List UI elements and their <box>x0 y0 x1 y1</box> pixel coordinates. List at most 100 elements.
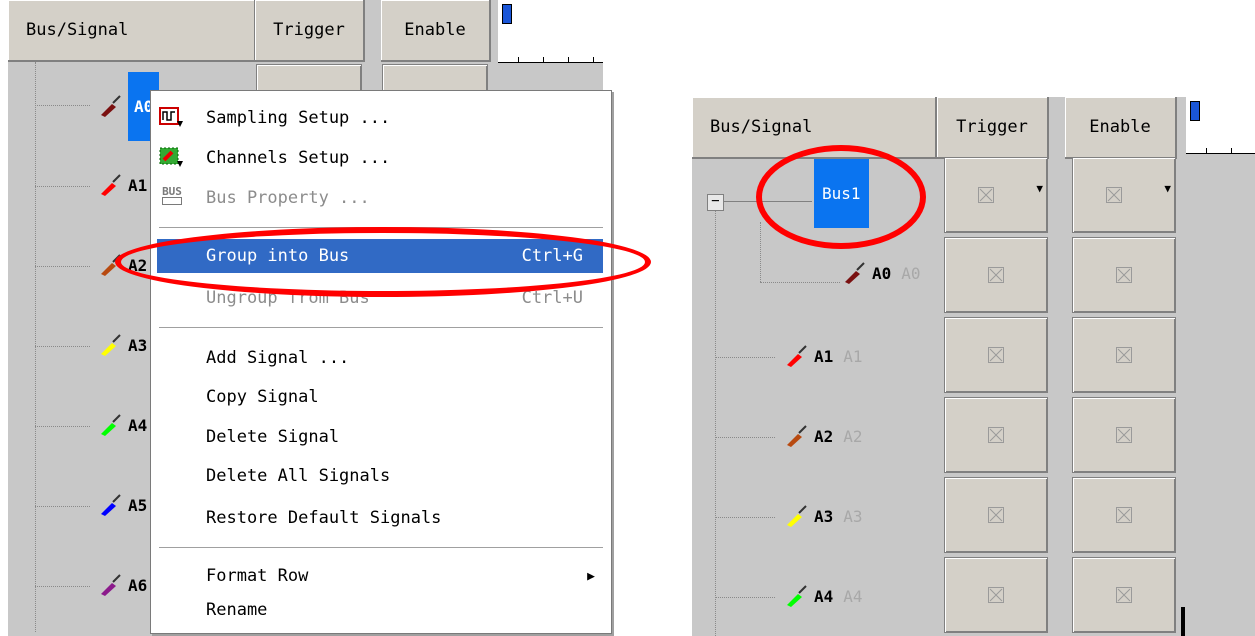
menu-item-ungroup-from-bus[interactable]: Ungroup from Bus Ctrl+U <box>151 281 609 315</box>
signal-row-a4[interactable]: A4 A4 <box>784 585 863 607</box>
enable-cell[interactable] <box>1072 477 1176 553</box>
signal-label: A1 <box>128 175 148 195</box>
menu-item-group-into-bus[interactable]: Group into Bus Ctrl+G <box>157 239 603 273</box>
dont-care-icon <box>988 427 1004 443</box>
trigger-cell[interactable] <box>944 317 1048 393</box>
signal-row-a5[interactable]: A5 <box>98 494 147 516</box>
probe-icon <box>787 505 807 527</box>
signal-row-a2[interactable]: A2 A2 <box>784 425 863 447</box>
signal-alias: A1 <box>843 346 863 366</box>
trigger-header[interactable]: Trigger <box>937 97 1049 159</box>
menu-label: Format Row <box>206 566 309 586</box>
menu-item-delete-signal[interactable]: Delete Signal <box>151 420 609 454</box>
signal-row-a1[interactable]: A1 <box>98 174 147 196</box>
context-menu: Sampling Setup ... Channels Setup ... BU… <box>150 90 612 634</box>
probe-icon <box>101 414 121 436</box>
trigger-cell[interactable] <box>944 477 1048 553</box>
signal-row-a4[interactable]: A4 <box>98 414 147 436</box>
dropdown-arrow-icon[interactable]: ▼ <box>1036 182 1043 195</box>
signal-label: A2 <box>814 426 834 446</box>
menu-item-restore-default-signals[interactable]: Restore Default Signals <box>151 501 609 535</box>
signal-label: A3 <box>128 335 148 355</box>
bus-row[interactable]: Bus1 <box>814 159 869 228</box>
enable-cell[interactable] <box>1072 397 1176 473</box>
probe-icon <box>787 345 807 367</box>
bus-enable-cell[interactable]: ▼ <box>1072 157 1176 233</box>
signal-row-a1[interactable]: A1 A1 <box>784 345 863 367</box>
menu-label: Bus Property ... <box>206 188 370 208</box>
bus-signal-header[interactable]: Bus/Signal <box>8 0 256 62</box>
menu-label: Ungroup from Bus <box>206 288 370 308</box>
enable-cell[interactable] <box>1072 317 1176 393</box>
dont-care-icon <box>988 507 1004 523</box>
dont-care-icon <box>988 587 1004 603</box>
dont-care-icon <box>988 347 1004 363</box>
menu-label: Delete All Signals <box>206 466 391 486</box>
menu-item-channels-setup[interactable]: Channels Setup ... <box>151 141 609 175</box>
enable-header[interactable]: Enable <box>1065 97 1177 159</box>
dont-care-icon <box>1116 507 1132 523</box>
probe-icon <box>101 254 121 276</box>
menu-item-sampling-setup[interactable]: Sampling Setup ... <box>151 101 609 135</box>
probe-icon <box>101 334 121 356</box>
bus-signal-header[interactable]: Bus/Signal <box>692 97 937 159</box>
right-signal-panel: Bus/Signal Trigger Enable − Bus1 A0 A0 ▼… <box>692 97 1255 636</box>
enable-header[interactable]: Enable <box>381 0 491 62</box>
signal-row-a3[interactable]: A3 <box>98 334 147 356</box>
enable-cell[interactable] <box>1072 237 1176 313</box>
menu-item-bus-property[interactable]: BUS Bus Property ... <box>151 181 609 215</box>
signal-label: A2 <box>128 255 148 275</box>
time-ruler[interactable] <box>498 0 603 63</box>
menu-item-rename[interactable]: Rename <box>151 593 609 627</box>
bus-icon: BUS <box>159 186 185 209</box>
signal-row-a6[interactable]: A6 <box>98 574 147 596</box>
menu-item-format-row[interactable]: Format Row ▶ <box>151 559 609 593</box>
signal-label: A3 <box>814 506 834 526</box>
signal-label: A1 <box>814 346 834 366</box>
menu-label: Add Signal ... <box>206 348 350 368</box>
signal-row-a0[interactable]: A0 A0 <box>842 262 921 284</box>
trigger-cell[interactable] <box>944 557 1048 633</box>
dont-care-icon <box>1116 267 1132 283</box>
signal-label: A4 <box>128 415 148 435</box>
menu-label: Rename <box>206 600 268 620</box>
signal-alias: A2 <box>843 426 863 446</box>
channels-setup-icon <box>159 147 183 167</box>
menu-label: Sampling Setup ... <box>206 108 391 128</box>
menu-item-add-signal[interactable]: Add Signal ... <box>151 341 609 375</box>
dropdown-arrow-icon[interactable]: ▼ <box>1164 182 1171 195</box>
dont-care-icon <box>988 267 1004 283</box>
signal-alias: A3 <box>843 506 863 526</box>
menu-item-delete-all-signals[interactable]: Delete All Signals <box>151 459 609 493</box>
menu-item-copy-signal[interactable]: Copy Signal <box>151 380 609 414</box>
time-marker[interactable] <box>502 4 512 24</box>
bus-trigger-cell[interactable]: ▼ <box>944 157 1048 233</box>
dont-care-icon <box>1116 587 1132 603</box>
sampling-setup-icon <box>159 107 183 127</box>
signal-label: A5 <box>128 495 148 515</box>
scroll-thumb[interactable] <box>1181 607 1185 636</box>
enable-cell[interactable] <box>1072 557 1176 633</box>
menu-label: Channels Setup ... <box>206 148 391 168</box>
probe-icon <box>101 95 121 117</box>
probe-icon <box>101 494 121 516</box>
time-marker[interactable] <box>1190 101 1200 121</box>
submenu-arrow-icon: ▶ <box>587 568 595 584</box>
trigger-cell[interactable] <box>944 397 1048 473</box>
dont-care-icon <box>1116 427 1132 443</box>
signal-alias: A4 <box>843 586 863 606</box>
signal-row-a2[interactable]: A2 <box>98 254 147 276</box>
probe-icon <box>101 174 121 196</box>
signal-label: A4 <box>814 586 834 606</box>
signal-label: A0 <box>872 263 892 283</box>
probe-icon <box>845 262 865 284</box>
menu-label: Delete Signal <box>206 427 340 447</box>
dont-care-icon <box>977 187 994 203</box>
signal-label: A6 <box>128 575 148 595</box>
trigger-cell[interactable] <box>944 237 1048 313</box>
bus-label: Bus1 <box>814 159 869 228</box>
trigger-header[interactable]: Trigger <box>255 0 365 62</box>
signal-row-a3[interactable]: A3 A3 <box>784 505 863 527</box>
menu-label: Copy Signal <box>206 387 319 407</box>
collapse-toggle[interactable]: − <box>707 194 724 211</box>
